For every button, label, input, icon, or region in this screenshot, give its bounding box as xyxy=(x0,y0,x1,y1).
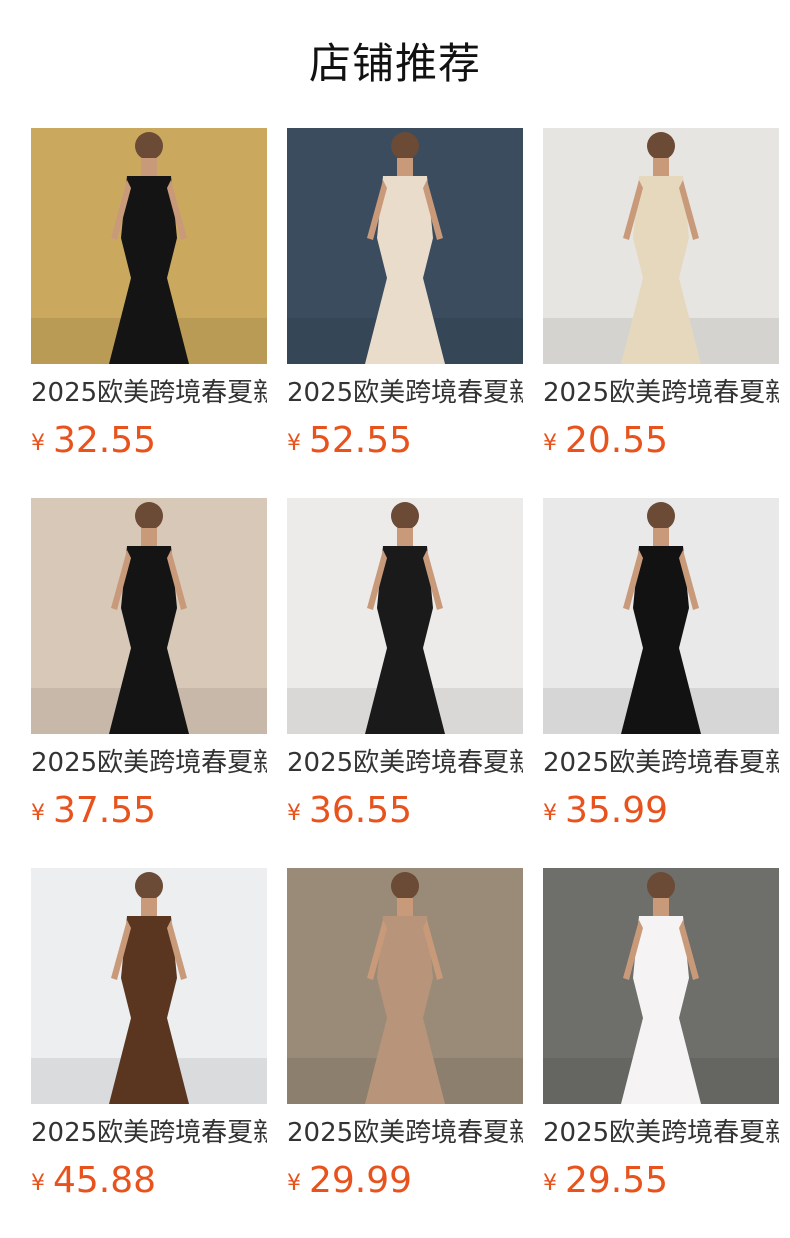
product-price: ¥29.99 xyxy=(287,1158,523,1204)
section-title: 店铺推荐 xyxy=(308,39,481,88)
price-value: 20.55 xyxy=(565,420,669,461)
product-title[interactable]: 2025欧美跨境春夏新 xyxy=(287,746,523,780)
product-card[interactable]: 2025欧美跨境春夏新 ¥37.55 xyxy=(31,498,267,868)
product-title[interactable]: 2025欧美跨境春夏新 xyxy=(287,1116,523,1150)
price-value: 45.88 xyxy=(53,1160,157,1201)
product-card[interactable]: 2025欧美跨境春夏新 ¥45.88 xyxy=(31,868,267,1238)
store-recommendations-page: 店铺推荐 2025欧美跨境春夏新 ¥32.55 2025欧美跨境春夏新 ¥52.55 2… xyxy=(0,0,790,1236)
currency-symbol: ¥ xyxy=(287,1171,301,1196)
currency-symbol: ¥ xyxy=(287,431,301,456)
product-image[interactable] xyxy=(31,498,267,734)
price-value: 52.55 xyxy=(309,420,413,461)
product-price: ¥36.55 xyxy=(287,788,523,834)
product-price: ¥37.55 xyxy=(31,788,267,834)
product-title[interactable]: 2025欧美跨境春夏新 xyxy=(287,376,523,410)
currency-symbol: ¥ xyxy=(31,431,45,456)
product-title[interactable]: 2025欧美跨境春夏新 xyxy=(31,376,267,410)
product-title[interactable]: 2025欧美跨境春夏新 xyxy=(543,1116,779,1150)
product-card[interactable]: 2025欧美跨境春夏新 ¥29.55 xyxy=(543,868,779,1238)
product-title[interactable]: 2025欧美跨境春夏新 xyxy=(543,376,779,410)
product-image[interactable] xyxy=(287,498,523,734)
product-title[interactable]: 2025欧美跨境春夏新 xyxy=(543,746,779,780)
product-card[interactable]: 2025欧美跨境春夏新 ¥20.55 xyxy=(543,128,779,498)
product-image[interactable] xyxy=(287,128,523,364)
price-value: 36.55 xyxy=(309,790,413,831)
product-image[interactable] xyxy=(287,868,523,1104)
product-grid: 2025欧美跨境春夏新 ¥32.55 2025欧美跨境春夏新 ¥52.55 2025欧美… xyxy=(31,128,779,1238)
product-price: ¥20.55 xyxy=(543,418,779,464)
product-image[interactable] xyxy=(543,498,779,734)
currency-symbol: ¥ xyxy=(543,1171,557,1196)
product-price: ¥35.99 xyxy=(543,788,779,834)
product-image[interactable] xyxy=(31,128,267,364)
currency-symbol: ¥ xyxy=(543,801,557,826)
product-card[interactable]: 2025欧美跨境春夏新 ¥36.55 xyxy=(287,498,523,868)
product-card[interactable]: 2025欧美跨境春夏新 ¥29.99 xyxy=(287,868,523,1238)
product-image[interactable] xyxy=(543,868,779,1104)
price-value: 35.99 xyxy=(565,790,669,831)
price-value: 37.55 xyxy=(53,790,157,831)
product-card[interactable]: 2025欧美跨境春夏新 ¥35.99 xyxy=(543,498,779,868)
price-value: 32.55 xyxy=(53,420,157,461)
currency-symbol: ¥ xyxy=(287,801,301,826)
price-value: 29.55 xyxy=(565,1160,669,1201)
product-title[interactable]: 2025欧美跨境春夏新 xyxy=(31,1116,267,1150)
currency-symbol: ¥ xyxy=(31,801,45,826)
product-image[interactable] xyxy=(543,128,779,364)
product-card[interactable]: 2025欧美跨境春夏新 ¥52.55 xyxy=(287,128,523,498)
product-price: ¥29.55 xyxy=(543,1158,779,1204)
product-image[interactable] xyxy=(31,868,267,1104)
price-value: 29.99 xyxy=(309,1160,413,1201)
product-price: ¥45.88 xyxy=(31,1158,267,1204)
product-price: ¥32.55 xyxy=(31,418,267,464)
product-title[interactable]: 2025欧美跨境春夏新 xyxy=(31,746,267,780)
product-card[interactable]: 2025欧美跨境春夏新 ¥32.55 xyxy=(31,128,267,498)
product-price: ¥52.55 xyxy=(287,418,523,464)
currency-symbol: ¥ xyxy=(543,431,557,456)
currency-symbol: ¥ xyxy=(31,1171,45,1196)
